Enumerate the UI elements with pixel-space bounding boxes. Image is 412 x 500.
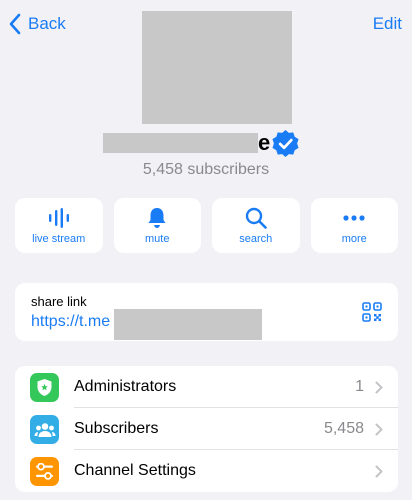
share-link-label: share link xyxy=(31,294,87,309)
more-button[interactable]: more xyxy=(310,198,398,253)
channel-settings-list: Administrators 1 Subscribers 5,458 Chann… xyxy=(15,366,398,492)
search-button[interactable]: search xyxy=(212,198,300,253)
channel-settings-label: Channel Settings xyxy=(74,462,196,479)
title-redaction xyxy=(103,133,258,153)
subscriber-count: 5,458 subscribers xyxy=(142,161,270,178)
channel-settings-row[interactable]: Channel Settings xyxy=(15,450,398,492)
share-link-url[interactable]: https://t.me xyxy=(31,313,110,331)
title-tail: e xyxy=(258,130,271,155)
verified-badge-icon xyxy=(272,129,299,158)
channel-title: e xyxy=(0,128,412,160)
more-icon xyxy=(343,214,365,221)
subscribers-row[interactable]: Subscribers 5,458 xyxy=(15,408,398,450)
users-icon xyxy=(34,422,55,437)
more-label: more xyxy=(341,232,367,245)
chevron-right-icon xyxy=(375,423,383,436)
subscribers-label: Subscribers xyxy=(74,420,159,437)
search-label: search xyxy=(239,232,273,245)
channel-avatar xyxy=(142,11,292,124)
bell-icon xyxy=(148,207,166,228)
edit-button[interactable]: Edit xyxy=(373,14,402,34)
action-bar: live stream mute search more xyxy=(15,198,398,253)
share-link-card: share link https://t.me xyxy=(15,283,398,341)
channel-settings-icon-box xyxy=(30,457,59,486)
live-stream-button[interactable]: live stream xyxy=(15,198,103,253)
administrators-icon-box xyxy=(30,373,59,402)
mute-label: mute xyxy=(145,232,170,245)
subscribers-count: 5,458 xyxy=(323,420,364,437)
back-button[interactable]: Back xyxy=(8,12,66,36)
mute-button[interactable]: mute xyxy=(113,198,201,253)
live-stream-icon xyxy=(48,207,69,228)
subscribers-icon-box xyxy=(30,415,59,444)
live-stream-label: live stream xyxy=(32,232,86,245)
share-link-redaction xyxy=(114,309,262,340)
back-label: Back xyxy=(28,14,66,33)
search-icon xyxy=(245,207,267,229)
chevron-right-icon xyxy=(375,465,383,478)
shield-icon xyxy=(37,379,52,396)
administrators-label: Administrators xyxy=(74,378,177,395)
sliders-icon xyxy=(36,463,53,480)
chevron-right-icon xyxy=(375,381,383,394)
administrators-count: 1 xyxy=(355,378,364,395)
qr-code-icon[interactable] xyxy=(362,302,382,322)
chevron-left-icon xyxy=(9,13,21,35)
administrators-row[interactable]: Administrators 1 xyxy=(15,366,398,408)
